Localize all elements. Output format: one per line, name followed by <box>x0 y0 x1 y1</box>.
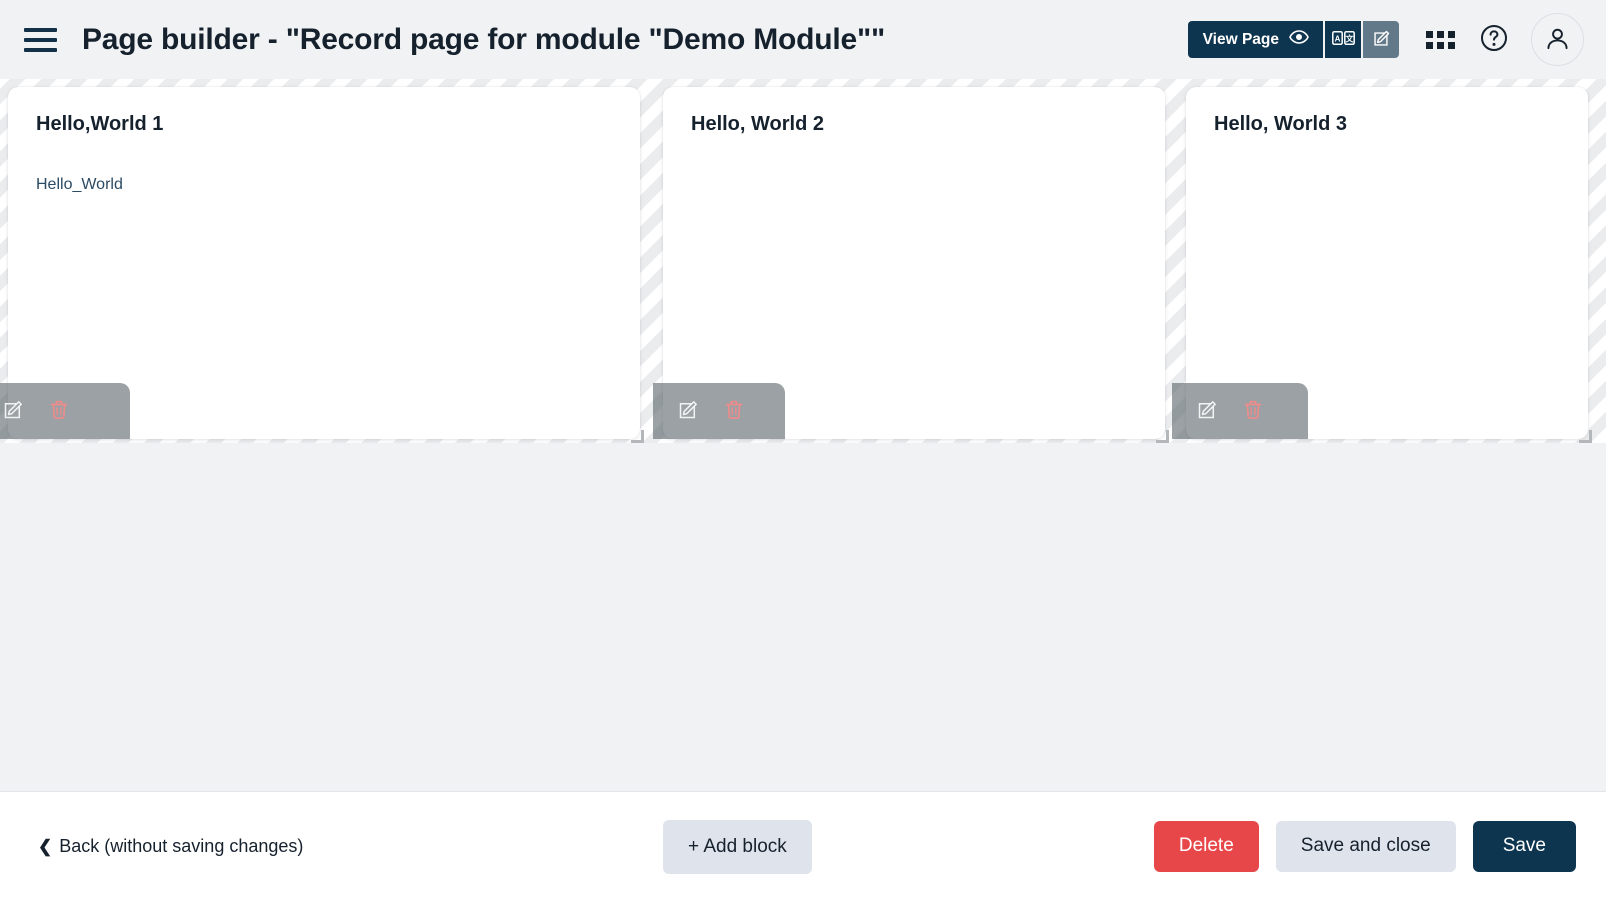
save-button[interactable]: Save <box>1472 821 1576 872</box>
block-title: Hello,World 1 <box>36 113 164 135</box>
page-title: Page builder - "Record page for module "… <box>82 23 886 56</box>
apps-grid-button[interactable] <box>1419 19 1461 61</box>
add-block-button[interactable]: + Add block <box>663 819 812 874</box>
footer-toolbar: ❮ Back (without saving changes) + Add bl… <box>0 791 1606 901</box>
block-edit-button[interactable] <box>675 398 701 424</box>
add-block-container: + Add block <box>663 819 812 874</box>
page-block[interactable]: Hello, World 2 <box>653 87 1169 443</box>
user-avatar-button[interactable] <box>1531 13 1584 66</box>
view-mode-button-group: View Page A 文 <box>1187 21 1399 58</box>
block-resize-handle[interactable] <box>1579 430 1592 443</box>
block-toolbar <box>0 383 130 439</box>
view-page-label: View Page <box>1202 30 1279 48</box>
block-delete-button[interactable] <box>721 398 747 424</box>
edit-square-icon <box>677 399 699 424</box>
block-toolbar <box>653 383 785 439</box>
svg-text:A: A <box>1334 34 1340 43</box>
block-edit-button[interactable] <box>0 398 26 424</box>
page-block[interactable]: Hello,World 1 Hello_World <box>0 87 644 443</box>
edit-square-icon <box>2 399 24 424</box>
footer-action-buttons: Delete Save and close Save <box>1153 821 1576 872</box>
app-header: Page builder - "Record page for module "… <box>0 0 1606 79</box>
back-button[interactable]: ❮ Back (without saving changes) <box>38 836 303 857</box>
edit-mode-button[interactable] <box>1361 21 1399 58</box>
edit-square-icon <box>1372 29 1391 51</box>
page-block[interactable]: Hello, World 3 <box>1172 87 1592 443</box>
trash-icon <box>724 399 744 424</box>
hamburger-bar <box>24 37 57 42</box>
block-title: Hello, World 3 <box>1214 113 1347 135</box>
eye-icon <box>1289 30 1309 49</box>
svg-text:文: 文 <box>1345 33 1354 43</box>
hamburger-bar <box>24 47 57 52</box>
header-actions: View Page A 文 <box>1187 13 1584 66</box>
block-resize-handle[interactable] <box>631 430 644 443</box>
translate-icon: A 文 <box>1331 31 1355 48</box>
trash-icon <box>49 399 69 424</box>
hamburger-menu-icon[interactable] <box>24 23 58 57</box>
view-page-button[interactable]: View Page <box>1187 21 1323 58</box>
page-builder-app: Page builder - "Record page for module "… <box>0 0 1606 901</box>
back-button-label: Back (without saving changes) <box>59 836 304 856</box>
page-builder-canvas: Hello,World 1 Hello_World Hello, World 2 He… <box>0 79 1606 791</box>
block-delete-button[interactable] <box>46 398 72 424</box>
help-button[interactable] <box>1473 19 1515 61</box>
delete-button[interactable]: Delete <box>1153 821 1259 872</box>
apps-grid-icon <box>1425 30 1455 49</box>
block-title: Hello, World 2 <box>691 113 824 135</box>
help-circle-icon <box>1480 24 1508 55</box>
block-edit-button[interactable] <box>1194 398 1220 424</box>
trash-icon <box>1243 399 1263 424</box>
block-toolbar <box>1172 383 1308 439</box>
block-delete-button[interactable] <box>1240 398 1266 424</box>
block-body: Hello_World <box>36 176 123 193</box>
edit-square-icon <box>1196 399 1218 424</box>
save-and-close-button[interactable]: Save and close <box>1275 821 1456 872</box>
block-resize-handle[interactable] <box>1156 430 1169 443</box>
translate-icon-button[interactable]: A 文 <box>1323 21 1361 58</box>
user-avatar-icon <box>1544 25 1571 55</box>
block-container: Hello,World 1 Hello_World Hello, World 2 He… <box>0 79 1606 443</box>
chevron-left-icon: ❮ <box>38 837 53 856</box>
hamburger-bar <box>24 27 57 32</box>
